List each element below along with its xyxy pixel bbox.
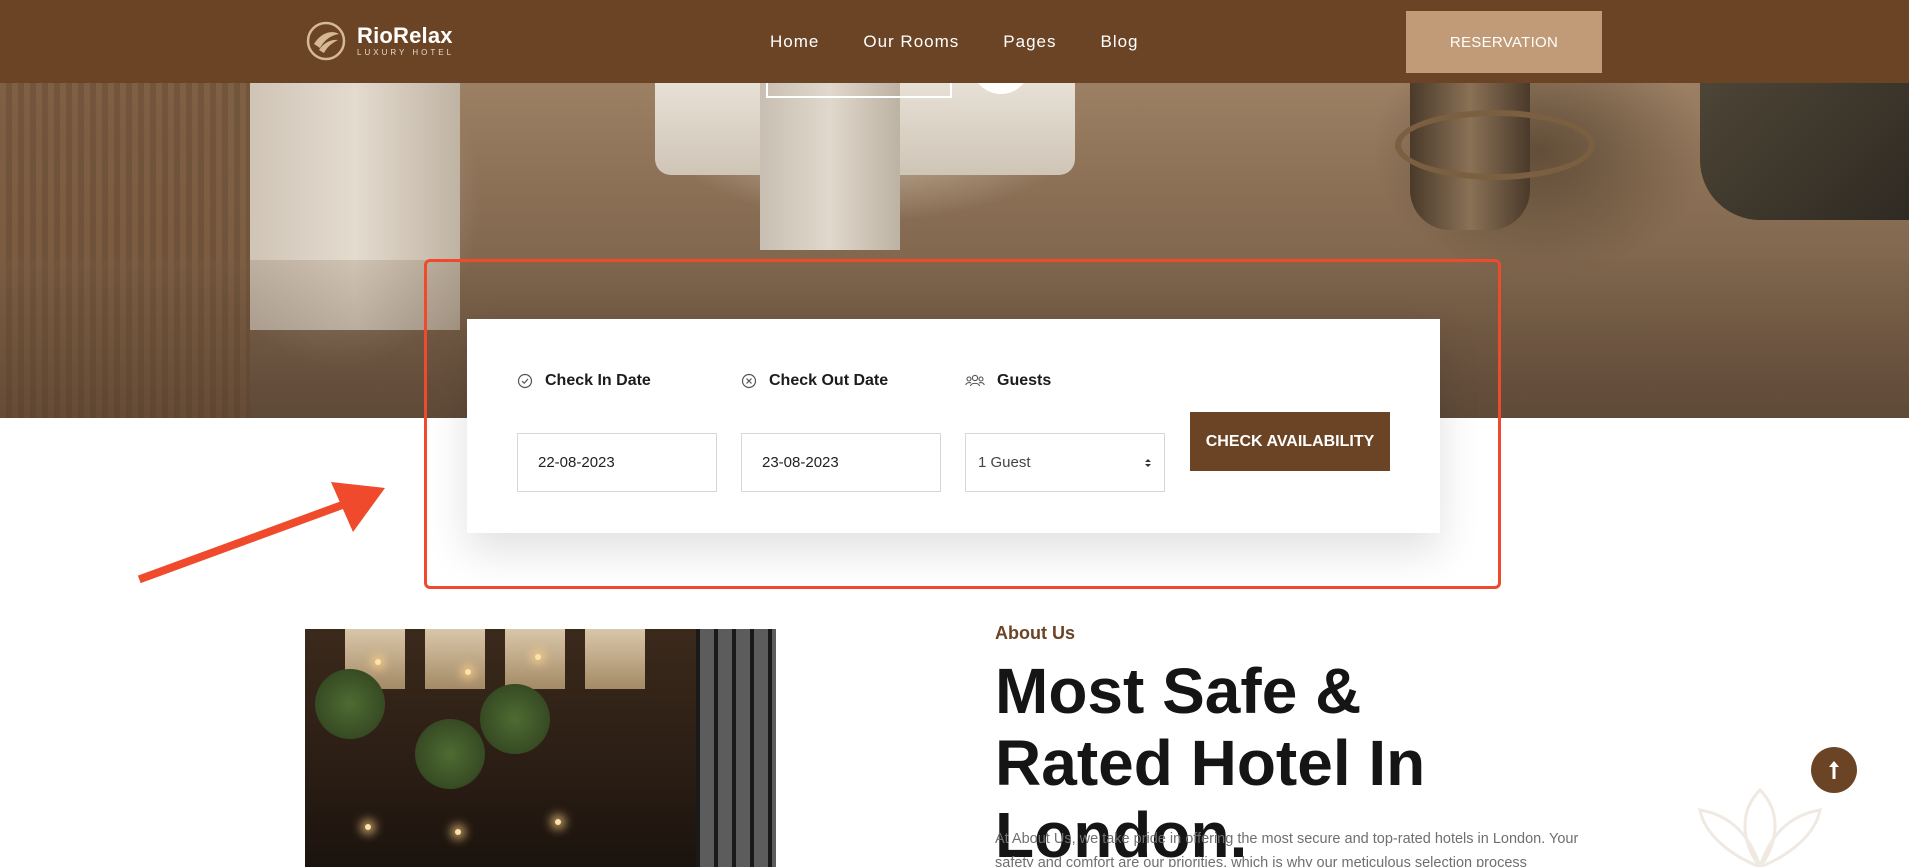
about-tag: About Us — [995, 623, 1075, 643]
brand-tagline: LUXURY HOTEL — [357, 48, 455, 57]
users-icon — [965, 374, 985, 387]
guests-field: Guests 1 Guest — [965, 371, 1165, 492]
about-image-light — [555, 819, 561, 825]
about-image-light — [535, 654, 541, 660]
hero-stool-ring — [1395, 110, 1595, 180]
flower-decoration-icon — [1698, 787, 1822, 867]
about-image-light — [375, 659, 381, 665]
about-image-panel — [425, 629, 485, 689]
checkout-label: Check Out Date — [769, 372, 889, 389]
check-circle-icon — [517, 373, 533, 389]
hero-table — [760, 80, 900, 250]
about-image-plant — [415, 719, 485, 789]
nav-item-pages[interactable]: Pages — [1003, 32, 1056, 52]
site-header: RioRelax LUXURY HOTEL Home Our Rooms Pag… — [0, 0, 1909, 83]
about-image-windows — [696, 629, 776, 867]
hero-chair — [1700, 80, 1909, 220]
about-image-plant — [480, 684, 550, 754]
guests-select-value: 1 Guest — [978, 454, 1031, 471]
annotation-arrow-icon — [137, 482, 385, 584]
select-arrows-icon — [1145, 458, 1151, 467]
nav-item-our-rooms[interactable]: Our Rooms — [863, 32, 959, 52]
checkout-field: Check Out Date 23-08-2023 — [741, 371, 941, 492]
x-circle-icon — [741, 373, 757, 389]
checkout-date-input[interactable]: 23-08-2023 — [741, 433, 941, 492]
booking-card: Check In Date 22-08-2023 Check Out Date … — [467, 319, 1440, 533]
check-availability-button[interactable]: CHECK AVAILABILITY — [1190, 412, 1390, 471]
logo[interactable]: RioRelax LUXURY HOTEL — [305, 20, 454, 62]
reservation-button[interactable]: RESERVATION — [1406, 11, 1602, 73]
main-nav: Home Our Rooms Pages Blog — [770, 0, 1139, 83]
checkin-field: Check In Date 22-08-2023 — [517, 371, 717, 492]
about-image — [305, 629, 776, 867]
about-image-plant — [315, 669, 385, 739]
logo-icon — [306, 21, 346, 61]
about-text: At About Us, we take pride in offering t… — [995, 831, 1579, 867]
scroll-to-top-button[interactable] — [1811, 747, 1857, 793]
about-image-light — [365, 824, 371, 830]
arrow-up-icon — [1829, 761, 1839, 779]
guests-label: Guests — [997, 372, 1052, 389]
about-image-panel — [585, 629, 645, 689]
checkin-date-input[interactable]: 22-08-2023 — [517, 433, 717, 492]
nav-item-home[interactable]: Home — [770, 32, 819, 52]
checkin-label: Check In Date — [545, 372, 651, 389]
guests-select[interactable]: 1 Guest — [965, 433, 1165, 492]
about-image-light — [455, 829, 461, 835]
nav-item-blog[interactable]: Blog — [1100, 32, 1138, 52]
about-image-light — [465, 669, 471, 675]
brand-name: RioRelax — [357, 23, 453, 48]
